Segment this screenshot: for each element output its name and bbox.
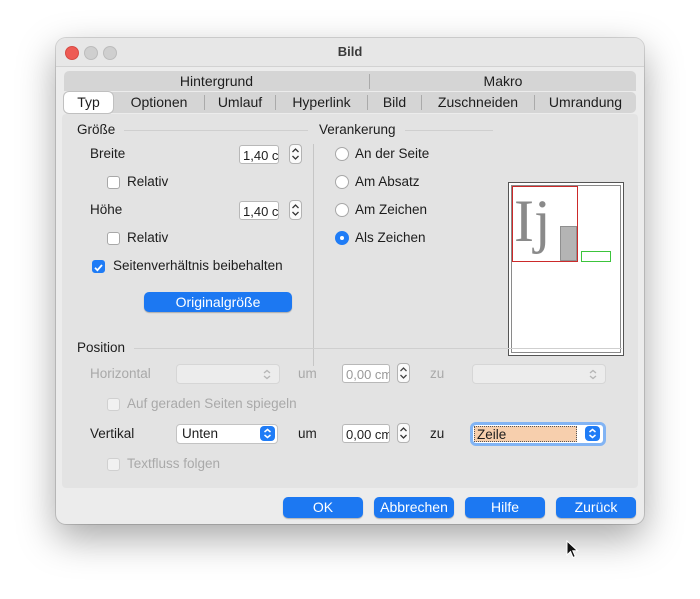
groesse-rule — [124, 130, 308, 131]
vertikal-zu-select-button — [585, 426, 600, 441]
dialog-window: Bild Hintergrund Makro Typ Optionen Umla… — [56, 38, 644, 524]
verankerung-heading: Verankerung — [319, 122, 396, 137]
horizontal-um-stepper[interactable] — [397, 363, 410, 383]
zu-label-vertikal: zu — [430, 426, 445, 441]
radio-an-der-seite[interactable] — [335, 147, 349, 161]
hoehe-stepper[interactable] — [289, 200, 302, 220]
section-divider — [313, 144, 314, 366]
um-label-horizontal: um — [298, 366, 317, 381]
position-heading: Position — [77, 340, 126, 355]
vertikal-select[interactable]: Unten — [176, 424, 278, 444]
groesse-heading: Größe — [77, 122, 116, 137]
textfluss-checkbox[interactable] — [107, 458, 120, 471]
tab-bild[interactable]: Bild — [368, 92, 421, 113]
checkmark-icon — [94, 264, 103, 272]
chevron-updown-icon — [589, 428, 596, 439]
preview-position-box — [581, 251, 611, 262]
vertikal-um-field[interactable]: 0,00 cm — [342, 424, 390, 443]
radio-am-zeichen[interactable] — [335, 203, 349, 217]
verankerung-rule — [405, 130, 493, 131]
originalgroesse-button[interactable]: Originalgröße — [144, 292, 292, 312]
vertikal-label: Vertikal — [90, 426, 135, 441]
tab-makro[interactable]: Makro — [370, 71, 636, 91]
radio-als-zeichen[interactable] — [335, 231, 349, 245]
tab-optionen[interactable]: Optionen — [114, 92, 204, 113]
seitenverhaeltnis-label: Seitenverhältnis beibehalten — [113, 258, 283, 273]
tab-hyperlink[interactable]: Hyperlink — [276, 92, 367, 113]
vertikal-select-button — [260, 426, 275, 441]
hoehe-relativ-label: Relativ — [127, 230, 169, 245]
tab-umlauf[interactable]: Umlauf — [205, 92, 275, 113]
spiegeln-label: Auf geraden Seiten spiegeln — [127, 396, 297, 411]
vertikal-um-stepper[interactable] — [397, 423, 410, 443]
tab-hintergrund[interactable]: Hintergrund — [64, 71, 369, 91]
radio-am-absatz[interactable] — [335, 175, 349, 189]
radio-am-absatz-label: Am Absatz — [355, 174, 420, 189]
radio-an-der-seite-label: An der Seite — [355, 146, 430, 161]
tab-content-panel: Größe Breite 1,40 cm Relativ Höhe 1,40 c… — [62, 114, 638, 488]
breite-relativ-checkbox[interactable] — [107, 176, 120, 189]
position-rule — [134, 348, 622, 349]
ok-button[interactable]: OK — [283, 497, 363, 518]
tab-umrandung[interactable]: Umrandung — [535, 92, 636, 113]
breite-label: Breite — [90, 146, 126, 161]
vertikal-zu-select[interactable]: Zeile — [470, 422, 606, 446]
breite-field[interactable]: 1,40 cm — [239, 145, 279, 164]
horizontal-zu-select[interactable] — [472, 364, 606, 384]
seitenverhaeltnis-checkbox[interactable] — [92, 260, 105, 273]
tab-typ[interactable]: Typ — [64, 92, 113, 113]
chevron-updown-icon — [264, 428, 271, 439]
horizontal-um-field[interactable]: 0,00 cm — [342, 364, 390, 383]
vertikal-zu-value: Zeile — [474, 426, 577, 442]
breite-stepper[interactable] — [289, 144, 302, 164]
mouse-cursor-icon — [566, 540, 579, 559]
anchor-preview: Ij — [508, 182, 624, 356]
radio-als-zeichen-label: Als Zeichen — [355, 230, 426, 245]
tab-zuschneiden[interactable]: Zuschneiden — [422, 92, 534, 113]
tab-row-top: Hintergrund Makro — [64, 71, 636, 91]
window-title: Bild — [337, 44, 363, 59]
breite-relativ-label: Relativ — [127, 174, 169, 189]
title-bar: Bild — [56, 38, 644, 67]
spiegeln-checkbox[interactable] — [107, 398, 120, 411]
tab-row-bottom: Typ Optionen Umlauf Hyperlink Bild Zusch… — [64, 92, 636, 113]
chevron-updown-icon — [589, 369, 597, 380]
preview-glyphs: Ij — [514, 188, 551, 254]
radio-am-zeichen-label: Am Zeichen — [355, 202, 428, 217]
abbrechen-button[interactable]: Abbrechen — [374, 497, 454, 518]
zurueck-button[interactable]: Zurück — [556, 497, 636, 518]
preview-object-bar — [560, 226, 577, 261]
zu-label-horizontal: zu — [430, 366, 445, 381]
horizontal-label: Horizontal — [90, 366, 151, 381]
hoehe-label: Höhe — [90, 202, 123, 217]
hoehe-field[interactable]: 1,40 cm — [239, 201, 279, 220]
hilfe-button[interactable]: Hilfe — [465, 497, 545, 518]
textfluss-label: Textfluss folgen — [127, 456, 221, 471]
um-label-vertikal: um — [298, 426, 317, 441]
horizontal-select[interactable] — [176, 364, 280, 384]
chevron-updown-icon — [263, 369, 271, 380]
hoehe-relativ-checkbox[interactable] — [107, 232, 120, 245]
